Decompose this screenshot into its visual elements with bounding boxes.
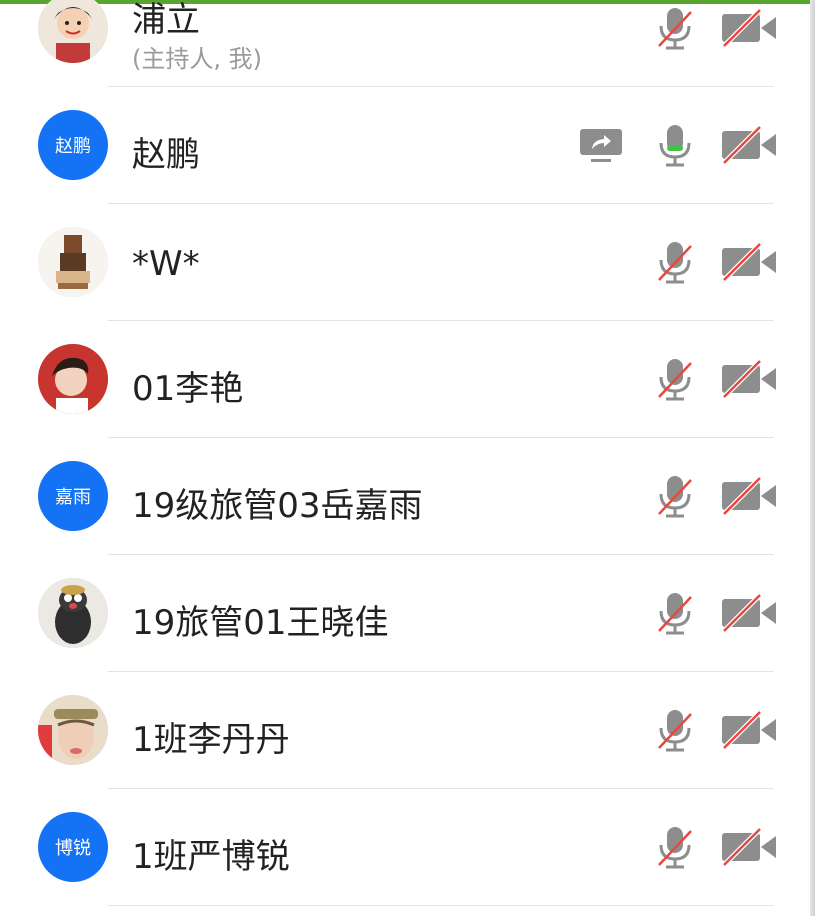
camera-off-icon[interactable] — [720, 8, 778, 48]
mic-muted-icon[interactable] — [654, 708, 696, 754]
participant-role: (主持人, 我) — [132, 45, 262, 73]
screen-share-icon[interactable] — [579, 128, 623, 164]
avatar-initials: 博锐 — [55, 838, 91, 859]
avatar — [38, 227, 108, 297]
participant-row[interactable]: 01李艳 — [0, 321, 810, 438]
participant-name: 浦立 — [132, 0, 200, 40]
camera-off-icon[interactable] — [720, 476, 778, 516]
avatar — [38, 695, 108, 765]
camera-off-icon[interactable] — [720, 710, 778, 750]
participant-row[interactable]: 赵鹏 赵鹏 — [0, 87, 810, 204]
row-divider — [108, 905, 774, 906]
person-photo-icon — [38, 344, 108, 414]
mic-muted-icon[interactable] — [654, 825, 696, 871]
participant-name: 19旅管01王晓佳 — [132, 603, 389, 643]
participant-name: 1班严博锐 — [132, 837, 290, 877]
participant-row[interactable]: 1班李丹丹 — [0, 672, 810, 789]
camera-off-icon[interactable] — [720, 827, 778, 867]
participant-row[interactable]: 博锐 1班严博锐 — [0, 789, 810, 906]
avatar — [38, 0, 108, 63]
mole-cartoon-icon — [38, 578, 108, 648]
participant-list: 浦立 (主持人, 我) 赵鹏 赵鹏 *W* 01李艳 嘉雨 19级旅管03岳嘉雨… — [0, 0, 810, 906]
participant-name: 01李艳 — [132, 369, 244, 409]
participant-name: 1班李丹丹 — [132, 720, 290, 760]
mic-muted-icon[interactable] — [654, 357, 696, 403]
participant-name: *W* — [132, 244, 200, 284]
camera-off-icon[interactable] — [720, 359, 778, 399]
mic-active-icon[interactable] — [654, 123, 696, 169]
mic-muted-icon[interactable] — [654, 6, 696, 52]
participant-row[interactable]: *W* — [0, 204, 810, 321]
participant-name: 赵鹏 — [132, 135, 200, 175]
camera-off-icon[interactable] — [720, 593, 778, 633]
avatar-initials: 嘉雨 — [55, 487, 91, 508]
avatar — [38, 344, 108, 414]
avatar: 嘉雨 — [38, 461, 108, 531]
avatar — [38, 578, 108, 648]
camera-off-icon[interactable] — [720, 125, 778, 165]
mic-muted-icon[interactable] — [654, 591, 696, 637]
cartoon-avatar-icon — [38, 0, 108, 63]
avatar: 博锐 — [38, 812, 108, 882]
scroll-edge — [810, 0, 815, 916]
participant-row[interactable]: 浦立 (主持人, 我) — [0, 0, 810, 87]
participant-row[interactable]: 嘉雨 19级旅管03岳嘉雨 — [0, 438, 810, 555]
participant-name: 19级旅管03岳嘉雨 — [132, 486, 423, 526]
avatar-initials: 赵鹏 — [55, 136, 91, 157]
participant-row[interactable]: 19旅管01王晓佳 — [0, 555, 810, 672]
selfie-photo-icon — [38, 695, 108, 765]
mic-muted-icon[interactable] — [654, 474, 696, 520]
cartoon-figure-icon — [38, 227, 108, 297]
mic-muted-icon[interactable] — [654, 240, 696, 286]
avatar: 赵鹏 — [38, 110, 108, 180]
camera-off-icon[interactable] — [720, 242, 778, 282]
